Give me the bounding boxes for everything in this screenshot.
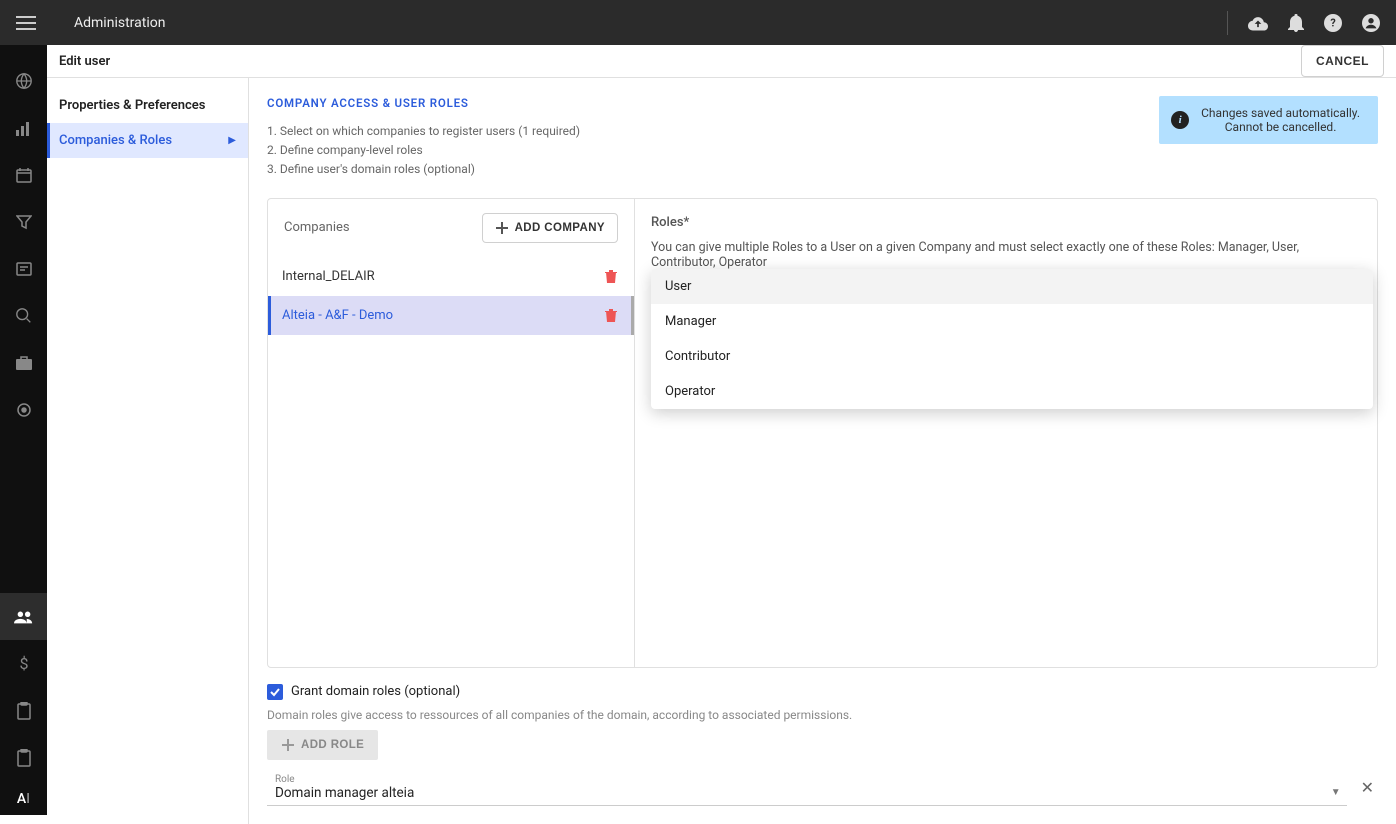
help-icon[interactable]: ? [1324,14,1342,32]
company-row[interactable]: Internal_DELAIR [268,257,634,296]
info-icon: i [1171,111,1189,129]
nav-clipboard2-icon[interactable] [0,734,47,781]
add-role-button[interactable]: ADD ROLE [267,730,378,760]
domain-role-label: Role [275,774,1347,785]
logo: AI [17,791,30,807]
sidebar-item-companies-roles[interactable]: Companies & Roles ▶ [47,123,248,158]
sidebar-item-properties[interactable]: Properties & Preferences [47,88,248,123]
domain-roles-section: Grant domain roles (optional) Domain rol… [267,684,1378,806]
topbar: Administration ? [0,0,1396,45]
nav-dollar-icon[interactable]: $ [0,640,47,687]
subheader: Edit user CANCEL [47,45,1396,78]
grant-domain-roles-checkbox[interactable] [267,684,283,700]
trash-icon[interactable] [605,269,617,283]
nav-chart-icon[interactable] [0,104,47,151]
dropdown-option-operator[interactable]: Operator [651,374,1373,409]
nav-briefcase-icon[interactable] [0,339,47,386]
nav-search-globe-icon[interactable] [0,292,47,339]
remove-role-icon[interactable]: ✕ [1357,774,1378,801]
nav-globe-icon[interactable] [0,57,47,104]
add-company-button[interactable]: ADD COMPANY [482,213,618,243]
dropdown-option-contributor[interactable]: Contributor [651,339,1373,374]
roles-panel: Roles* You can give multiple Roles to a … [635,199,1377,667]
nav-users-icon[interactable] [0,593,47,640]
chevron-down-icon: ▼ [1331,787,1347,798]
left-nav: $ AI [0,45,47,815]
companies-title: Companies [284,220,350,235]
nav-chip-icon[interactable] [0,386,47,433]
upload-cloud-icon[interactable] [1248,15,1268,31]
domain-role-value: Domain manager alteia [275,785,414,801]
notice-banner: i Changes saved automatically. Cannot be… [1159,96,1378,144]
checkbox-label: Grant domain roles (optional) [291,684,460,699]
company-name: Alteia - A&F - Demo [282,308,393,323]
svg-text:$: $ [19,655,28,673]
nav-filter-icon[interactable] [0,198,47,245]
hamburger-menu-icon[interactable] [16,16,36,30]
chevron-right-icon: ▶ [228,135,236,146]
domain-description: Domain roles give access to ressources o… [267,708,1378,722]
dropdown-option-user[interactable]: User [651,269,1373,304]
svg-text:?: ? [1330,16,1335,29]
left-panel: Properties & Preferences Companies & Rol… [47,78,249,824]
separator [1227,11,1228,35]
plus-icon [281,738,295,752]
company-row[interactable]: Alteia - A&F - Demo [268,296,634,335]
dropdown-option-manager[interactable]: Manager [651,304,1373,339]
nav-clipboard-icon[interactable] [0,687,47,734]
topbar-title: Administration [74,15,165,31]
page-title: Edit user [59,54,110,69]
notice-line2: Cannot be cancelled. [1201,120,1360,134]
nav-note-icon[interactable] [0,245,47,292]
cancel-button[interactable]: CANCEL [1301,45,1384,77]
roles-description: You can give multiple Roles to a User on… [651,240,1361,270]
main-content: i Changes saved automatically. Cannot be… [249,78,1396,824]
company-name: Internal_DELAIR [282,269,375,284]
sidebar-item-label: Companies & Roles [59,133,172,148]
nav-calendar-icon[interactable] [0,151,47,198]
domain-role-select[interactable]: Role Domain manager alteia ▼ [267,770,1347,806]
plus-icon [495,221,509,235]
roles-title: Roles* [651,215,1361,230]
trash-icon[interactable] [605,308,617,322]
role-dropdown: User Manager Contributor Operator [651,269,1373,409]
account-icon[interactable] [1362,14,1380,32]
companies-panel: Companies ADD COMPANY Internal_DELAIR [268,199,635,667]
bell-icon[interactable] [1288,14,1304,32]
notice-line1: Changes saved automatically. [1201,106,1360,120]
